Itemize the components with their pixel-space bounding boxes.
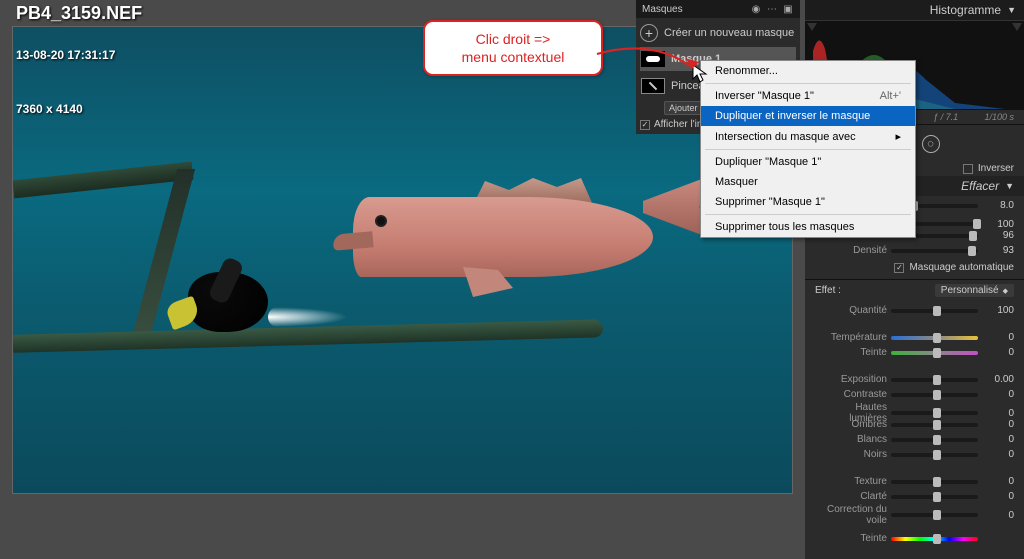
tint-row[interactable]: Teinte 0 (815, 345, 1014, 360)
ctx-hide[interactable]: Masquer (701, 172, 915, 192)
ctx-duplicate-invert[interactable]: Dupliquer et inverser le masque (701, 106, 915, 126)
file-dimensions: 7360 x 4140 (16, 102, 142, 116)
invert-checkbox[interactable] (963, 164, 973, 174)
effect-label: Effet : (815, 285, 841, 296)
erase-toggle-icon[interactable]: ▼ (1005, 181, 1014, 191)
filename: PB4_3159.NEF (16, 3, 142, 24)
ctx-invert-shortcut: Alt+' (880, 90, 901, 102)
brush-density-row[interactable]: Densité 93 (815, 243, 1014, 258)
panel-close-icon[interactable]: ▣ (782, 3, 794, 15)
panel-eye-icon[interactable]: ◉ (750, 3, 762, 15)
tool-radial-icon[interactable]: ◌ (922, 135, 940, 153)
histo-aperture: ƒ / 7.1 (933, 112, 958, 122)
ctx-delete-all[interactable]: Supprimer tous les masques (701, 217, 915, 237)
texture-row[interactable]: Texture 0 (815, 474, 1014, 489)
whites-row[interactable]: Blancs 0 (815, 432, 1014, 447)
annotation-callout: Clic droit => menu contextuel (423, 20, 603, 76)
scene-wing (13, 162, 194, 199)
scene-fish (333, 157, 713, 307)
effect-dropdown[interactable]: Personnalisé◆ (935, 284, 1014, 297)
ctx-invert[interactable]: Inverser "Masque 1" Alt+' (701, 86, 915, 106)
clarity-row[interactable]: Clarté 0 (815, 489, 1014, 504)
invert-label: Inverser (978, 163, 1014, 174)
mask-add-button[interactable]: Ajouter (664, 101, 703, 115)
hue-row[interactable]: Teinte (815, 531, 1014, 546)
temperature-row[interactable]: Température 0 (815, 330, 1014, 345)
brush-thumb-icon (641, 78, 665, 94)
histo-shutter: 1/100 s (984, 112, 1014, 122)
callout-line1: Clic droit => (476, 31, 551, 47)
file-datetime: 13-08-20 17:31:17 (16, 48, 142, 62)
automask-label: Masquage automatique (909, 262, 1014, 273)
shadows-row[interactable]: Ombres 0 (815, 417, 1014, 432)
erase-section-title[interactable]: Effacer (961, 179, 999, 193)
ctx-rename[interactable]: Renommer... (701, 61, 915, 81)
callout-line2: menu contextuel (462, 49, 565, 65)
ctx-intersect[interactable]: Intersection du masque avec ▸ (701, 126, 915, 147)
ctx-duplicate[interactable]: Dupliquer "Masque 1" (701, 152, 915, 172)
panel-dots-icon[interactable]: ⋯ (766, 3, 778, 15)
mask-context-menu: Renommer... Inverser "Masque 1" Alt+' Du… (700, 60, 916, 238)
automask-checkbox[interactable]: ✓ (894, 263, 904, 273)
amount-row[interactable]: Quantité 100 (815, 303, 1014, 318)
ctx-delete[interactable]: Supprimer "Masque 1" (701, 192, 915, 212)
dehaze-row[interactable]: Correction du voile 0 (815, 504, 1014, 519)
histogram-toggle-icon[interactable]: ▼ (1007, 5, 1016, 15)
blacks-row[interactable]: Noirs 0 (815, 447, 1014, 462)
contrast-row[interactable]: Contraste 0 (815, 387, 1014, 402)
overlay-checkbox[interactable]: ✓ (640, 120, 650, 130)
dropdown-icon: ◆ (1003, 287, 1008, 295)
scene-diver (168, 252, 288, 347)
highlights-row[interactable]: Hautes lumières 0 (815, 402, 1014, 417)
exposure-row[interactable]: Exposition 0.00 (815, 372, 1014, 387)
histogram-title[interactable]: Histogramme (930, 3, 1001, 17)
masks-title: Masques (642, 4, 746, 15)
submenu-arrow-icon: ▸ (895, 130, 901, 143)
